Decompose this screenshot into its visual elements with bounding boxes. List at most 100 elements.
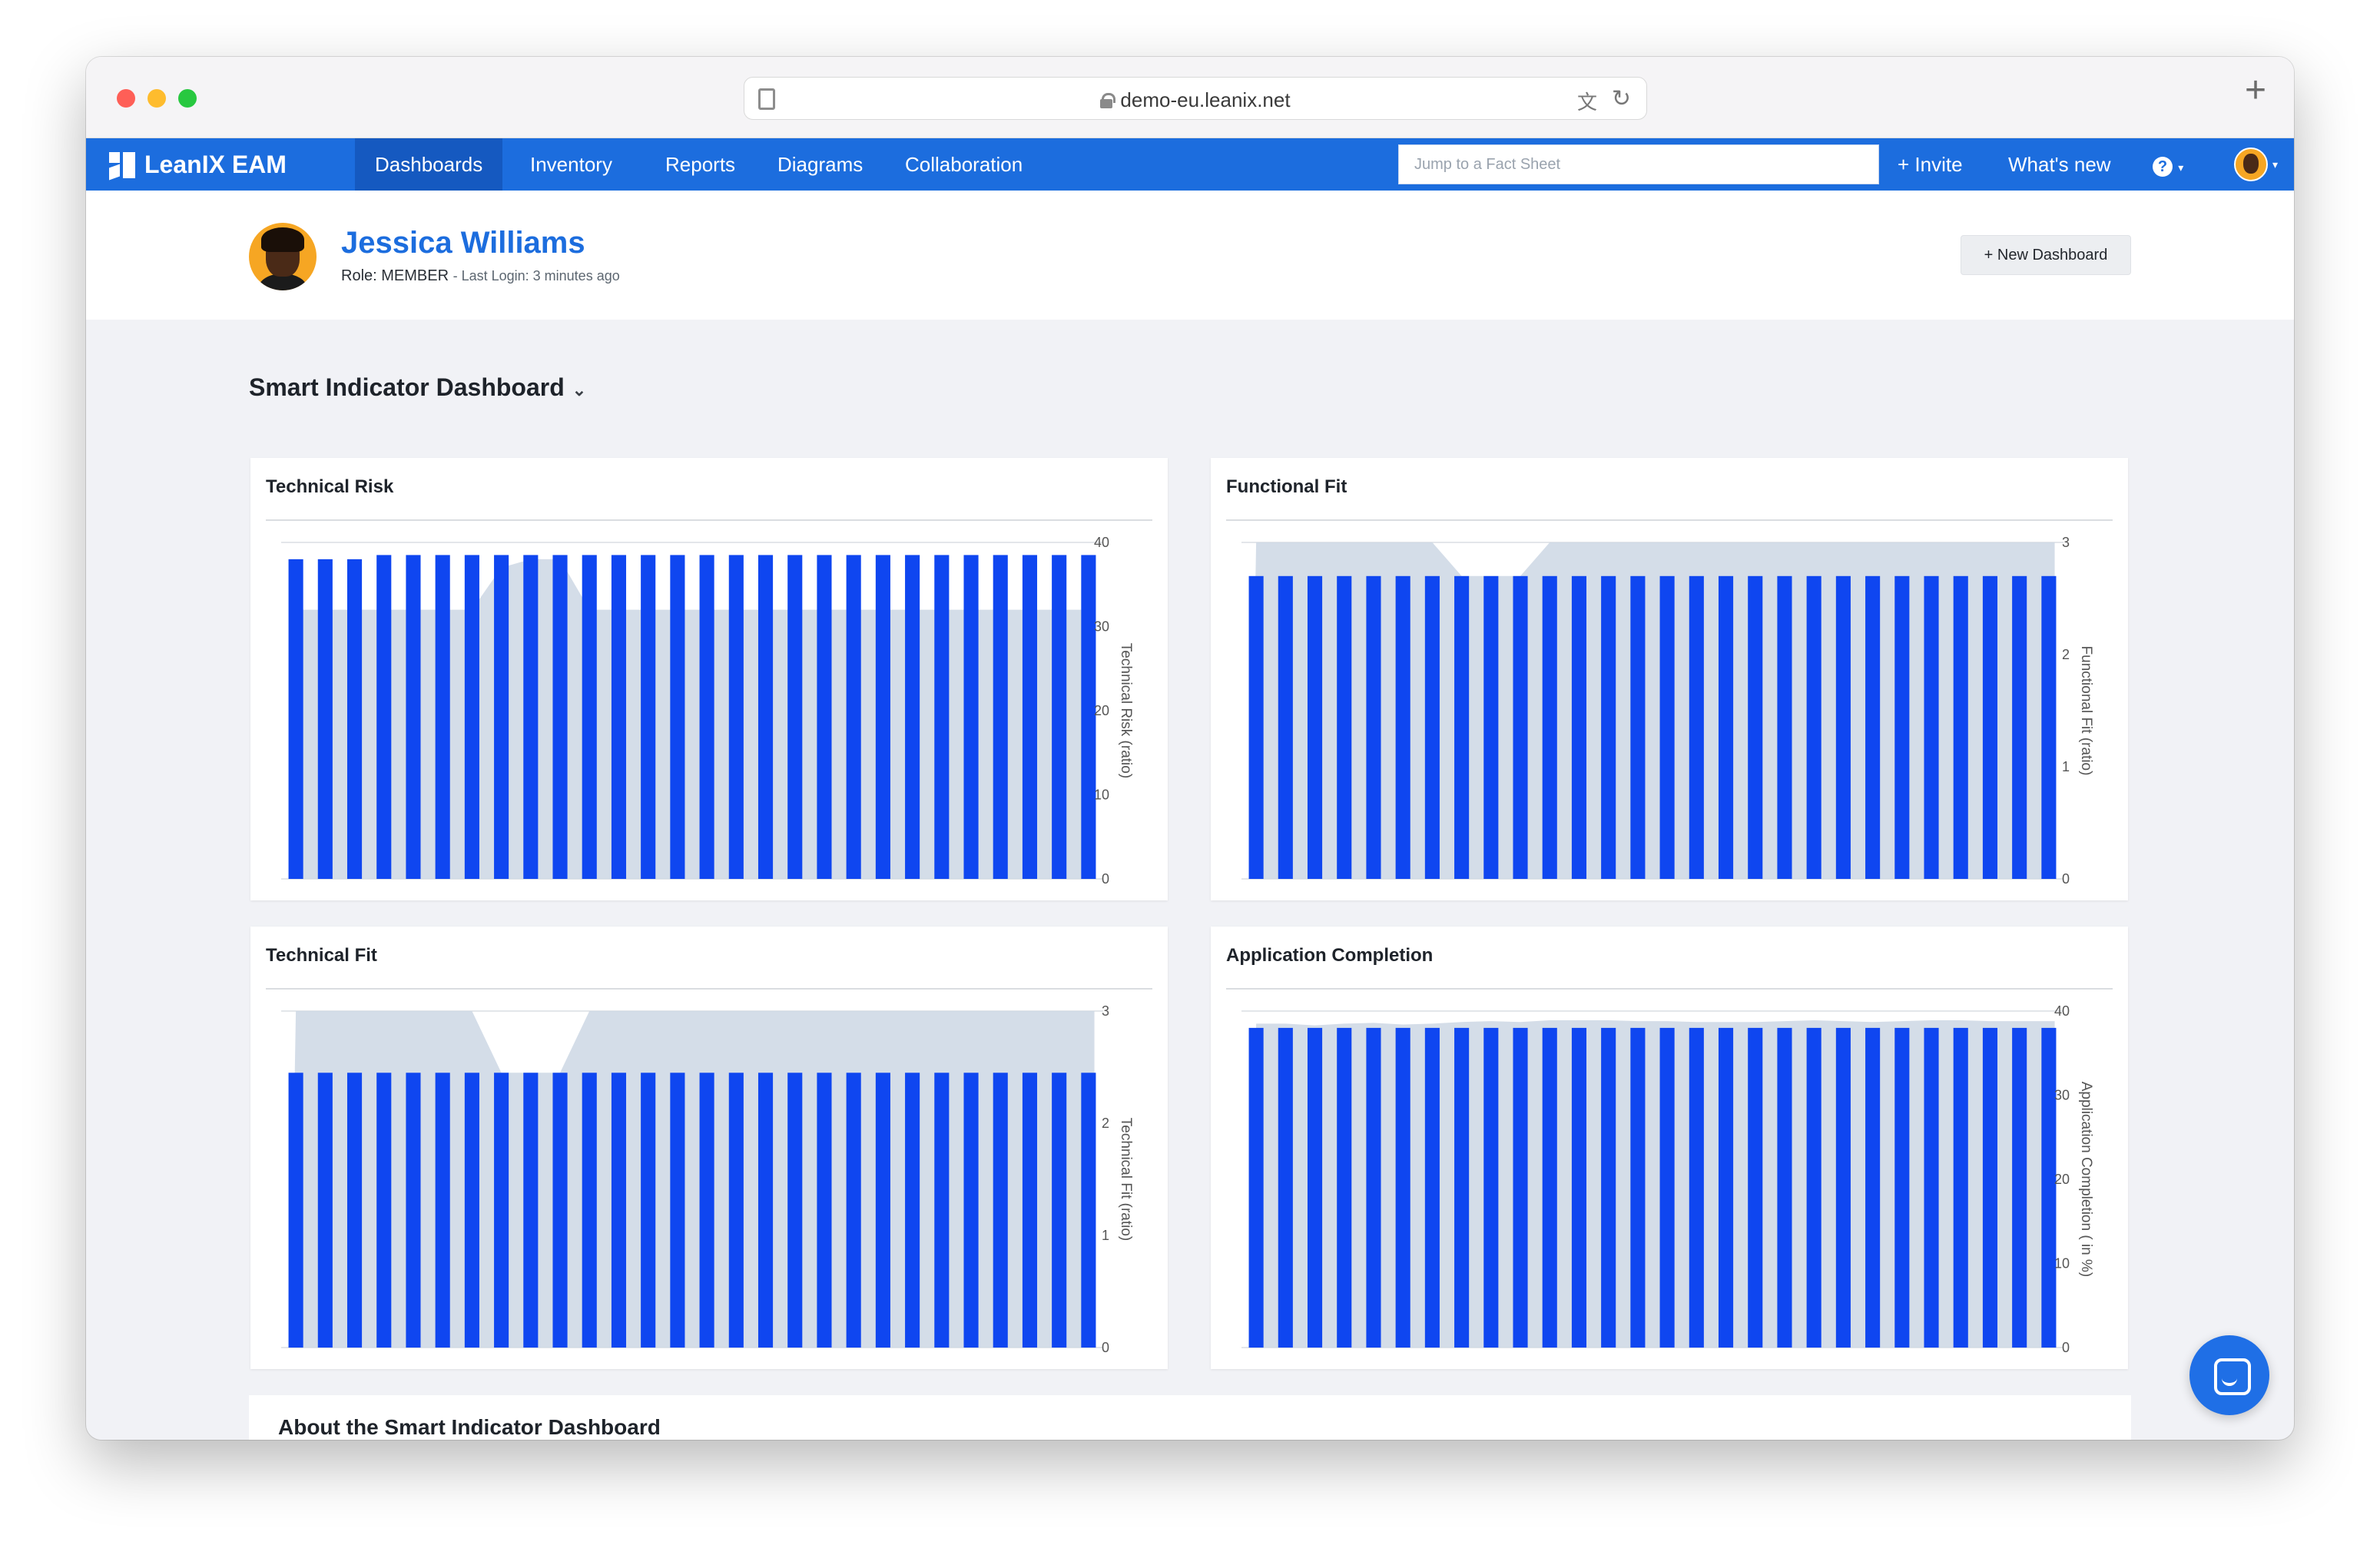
bar <box>846 1073 861 1348</box>
card-divider <box>266 519 1152 521</box>
chart-card-technical-fit: Technical Fit 0123Technical Fit (ratio)8… <box>250 927 1168 1369</box>
bar <box>1022 555 1038 879</box>
y-axis-label: Functional Fit (ratio) <box>2078 646 2094 776</box>
chevron-down-icon: ▾ <box>2272 158 2279 171</box>
bar <box>846 555 861 879</box>
bar <box>1571 1027 1587 1348</box>
bar <box>1366 575 1381 879</box>
bar <box>1366 1027 1381 1348</box>
bar <box>1395 1027 1410 1348</box>
bar <box>552 555 568 879</box>
tab-dashboards[interactable]: Dashboards <box>355 138 503 191</box>
bar <box>1748 575 1763 879</box>
bar <box>1248 1027 1264 1348</box>
bar <box>1337 575 1352 879</box>
bar <box>1924 1027 1939 1348</box>
bar <box>1894 575 1910 879</box>
y-tick-label: 0 <box>2062 1340 2070 1355</box>
bar <box>494 1073 509 1348</box>
bar <box>464 555 479 879</box>
bar <box>757 555 774 879</box>
bar <box>1601 575 1616 879</box>
bar <box>993 1073 1008 1348</box>
user-avatar-menu[interactable] <box>2234 148 2268 181</box>
address-bar[interactable]: demo-eu.leanix.net 文 ↻ <box>744 77 1647 120</box>
reload-icon[interactable]: ↻ <box>1612 85 1631 112</box>
bar <box>905 555 920 879</box>
bar <box>1689 1027 1704 1348</box>
bar <box>728 1073 744 1348</box>
bar <box>435 1073 450 1348</box>
invite-button[interactable]: + Invite <box>1898 138 1963 191</box>
new-tab-icon[interactable]: + <box>2245 72 2266 109</box>
y-tick-label: 0 <box>2062 871 2070 887</box>
y-axis-label: Technical Fit (ratio) <box>1118 1118 1134 1242</box>
close-window-button[interactable] <box>117 89 135 108</box>
dashboard-selector[interactable]: Smart Indicator Dashboard ⌄ <box>249 373 586 402</box>
functional-fit-chart: 0123Functional Fit (ratio)8. Oct10. Oct1… <box>1241 535 2094 887</box>
bar <box>2012 575 2027 879</box>
y-tick-label: 2 <box>1102 1116 1109 1131</box>
leanix-logo-icon <box>109 151 135 181</box>
about-card: About the Smart Indicator Dashboard <box>249 1395 2131 1440</box>
bar <box>1022 1073 1038 1348</box>
bar <box>288 559 303 879</box>
bar <box>582 555 597 879</box>
translate-icon[interactable]: 文 <box>1577 87 1597 115</box>
brand-name: LeanIX EAM <box>144 151 287 178</box>
bar <box>1982 1027 1998 1348</box>
bar <box>905 1073 920 1348</box>
bar <box>934 1073 950 1348</box>
bar <box>317 1073 333 1348</box>
bar <box>1924 575 1939 879</box>
y-tick-label: 1 <box>2062 759 2070 774</box>
card-divider <box>1226 519 2113 521</box>
bar <box>1483 1027 1499 1348</box>
bar <box>1894 1027 1910 1348</box>
tab-reports[interactable]: Reports <box>645 138 755 191</box>
brand-logo[interactable]: LeanIX EAM <box>109 151 287 181</box>
user-meta: Role: MEMBER - Last Login: 3 minutes ago <box>341 267 620 285</box>
bar <box>1081 1073 1096 1348</box>
bar <box>1806 1027 1821 1348</box>
bar <box>787 1073 803 1348</box>
whats-new-link[interactable]: What's new <box>2008 138 2111 191</box>
bar <box>288 1073 303 1348</box>
bar <box>787 555 803 879</box>
bar <box>1835 1027 1851 1348</box>
minimize-window-button[interactable] <box>148 89 166 108</box>
bar <box>817 1073 832 1348</box>
bar <box>523 555 539 879</box>
maximize-window-button[interactable] <box>178 89 197 108</box>
chat-support-button[interactable] <box>2189 1335 2269 1415</box>
bar <box>1806 575 1821 879</box>
technical-fit-chart: 0123Technical Fit (ratio)8. Oct10. Oct12… <box>281 1003 1134 1355</box>
application-completion-chart: 010203040Application Completion ( in %)8… <box>1241 1003 2094 1355</box>
y-tick-label: 30 <box>2054 1088 2070 1103</box>
new-dashboard-button[interactable]: + New Dashboard <box>1961 235 2131 275</box>
y-tick-label: 40 <box>2054 1003 2070 1019</box>
bar <box>963 555 979 879</box>
tab-collaboration[interactable]: Collaboration <box>885 138 1042 191</box>
bar <box>875 555 890 879</box>
help-icon: ? <box>2153 157 2173 177</box>
bar <box>376 555 392 879</box>
bar <box>1718 1027 1734 1348</box>
bar <box>1659 575 1675 879</box>
y-tick-label: 0 <box>1102 871 1109 887</box>
bar <box>1982 575 1998 879</box>
help-menu[interactable]: ? ▾ <box>2153 138 2183 191</box>
bar <box>1630 1027 1646 1348</box>
tab-inventory[interactable]: Inventory <box>510 138 632 191</box>
card-title: Technical Fit <box>266 945 377 966</box>
bar <box>1835 575 1851 879</box>
bar <box>1307 1027 1323 1348</box>
bar <box>406 1073 421 1348</box>
bar <box>1513 575 1528 879</box>
tab-diagrams[interactable]: Diagrams <box>757 138 883 191</box>
bar <box>464 1073 479 1348</box>
chevron-down-icon: ▾ <box>2178 161 2184 174</box>
fact-sheet-search-input[interactable]: Jump to a Fact Sheet <box>1398 144 1879 184</box>
y-tick-label: 0 <box>1102 1340 1109 1355</box>
user-name[interactable]: Jessica Williams <box>341 226 585 260</box>
